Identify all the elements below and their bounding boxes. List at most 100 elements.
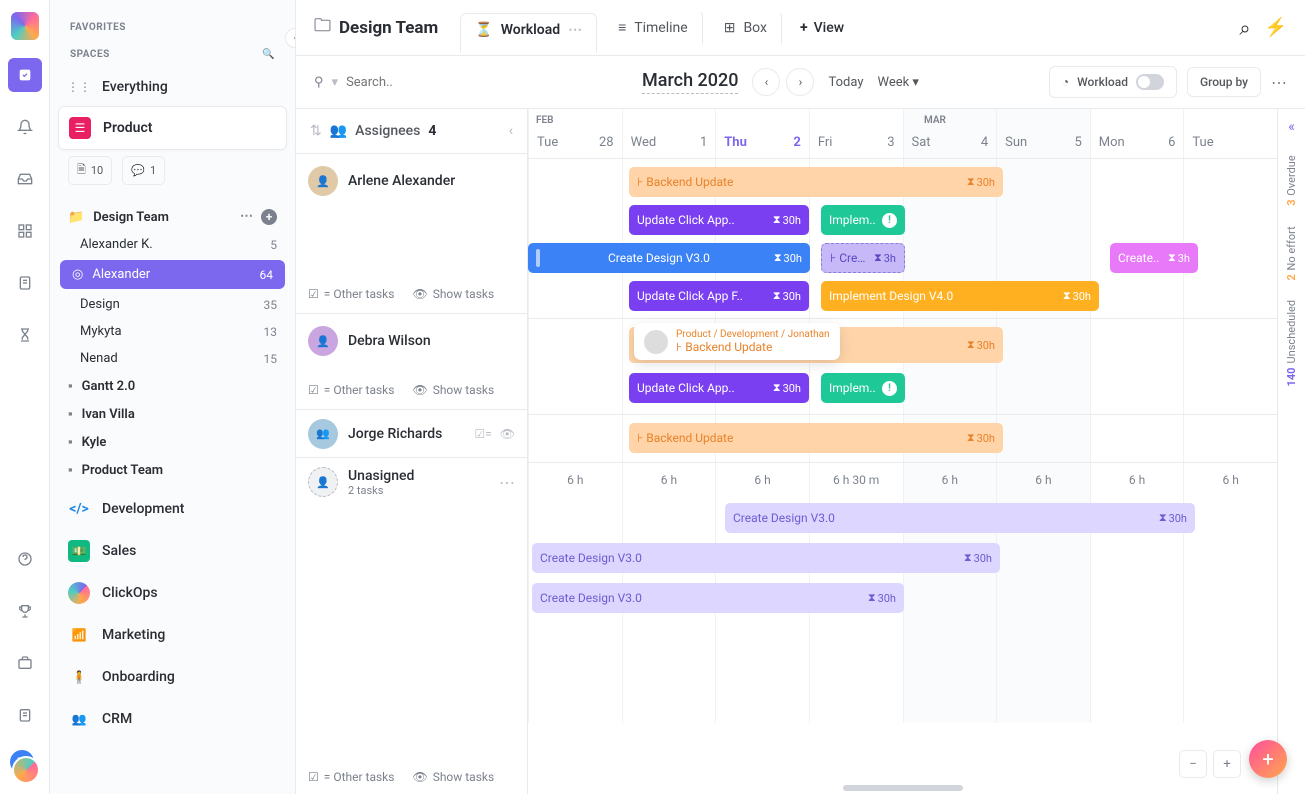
user-avatar[interactable]: M — [10, 750, 40, 780]
task-bar[interactable]: Create Design V3.0⧗30h — [528, 243, 810, 273]
tree-item-alexander[interactable]: ◎Alexander64 — [60, 260, 285, 289]
show-tasks-link[interactable]: 👁 Show tasks — [412, 770, 494, 784]
rail-work-button[interactable] — [8, 646, 42, 680]
show-tasks-link[interactable]: 👁 Show tasks — [412, 287, 494, 301]
show-tasks-link[interactable]: 👁 Show tasks — [412, 383, 494, 397]
assignees-header[interactable]: ⇅ 👥 Assignees 4 ‹ — [296, 109, 527, 154]
month-label[interactable]: March 2020 — [642, 70, 738, 94]
more-options-icon[interactable]: ⋯ — [1271, 73, 1287, 92]
sidebar-space-product[interactable]: ☰Product — [58, 106, 287, 150]
favorites-header[interactable]: FAVORITES — [50, 14, 295, 41]
space-development[interactable]: </>Development — [50, 488, 295, 530]
rail-notepad-button[interactable] — [8, 698, 42, 732]
other-tasks-link[interactable]: ☑ = Other tasks — [308, 770, 394, 784]
tree-item-nenad[interactable]: Nenad15 — [50, 345, 295, 372]
collapse-right-icon[interactable]: « — [1288, 119, 1295, 135]
today-button[interactable]: Today — [828, 75, 863, 90]
tree-gantt[interactable]: ▪Gantt 2.0 — [50, 372, 295, 400]
toolbar: ⚲▾ March 2020 ‹ › Today Week ▾ ◔Workload… — [296, 56, 1305, 109]
tree-ivan[interactable]: ▪Ivan Villa — [50, 400, 295, 428]
horizontal-scrollbar[interactable] — [843, 785, 963, 791]
task-bar[interactable]: Implement Design V4.0⧗30h — [821, 281, 1099, 311]
rail-notifications-button[interactable] — [8, 110, 42, 144]
tree-item-mykyta[interactable]: Mykyta13 — [50, 318, 295, 345]
gauge-icon: ◔ — [1062, 75, 1069, 89]
more-icon[interactable]: ⋯ — [499, 473, 515, 492]
lane-jorge: ⊦ Backend Update⧗30h — [528, 415, 1277, 463]
automation-icon[interactable]: ⚡ — [1265, 17, 1287, 38]
task-bar[interactable]: Create Design V3.0⧗30h — [532, 543, 1000, 573]
prev-button[interactable]: ‹ — [752, 68, 780, 96]
chip-chat[interactable]: 💬1 — [122, 156, 165, 185]
tasks-icon[interactable]: ☑= — [474, 427, 491, 441]
rail-docs-button[interactable] — [8, 266, 42, 300]
day-tue: Tue — [1183, 109, 1277, 158]
tree-product-team[interactable]: ▪Product Team — [50, 456, 295, 484]
chevron-left-icon[interactable]: ‹ — [509, 123, 513, 139]
task-bar[interactable]: Create Design V3.0⧗30h — [532, 583, 904, 613]
space-marketing[interactable]: 📶Marketing — [50, 614, 295, 656]
rr-unscheduled[interactable]: 140Unscheduled — [1285, 300, 1298, 386]
person-debra[interactable]: 👤Debra Wilson — [308, 326, 515, 356]
tab-timeline[interactable]: ≡Timeline — [603, 10, 703, 45]
rail-trophy-button[interactable] — [8, 594, 42, 628]
rail-help-button[interactable] — [8, 542, 42, 576]
workload-toggle[interactable]: ◔Workload — [1049, 66, 1177, 98]
task-bar[interactable]: Implem..! — [821, 205, 905, 235]
timeline-area[interactable]: FEB MAR Tue28 Wed1 Thu2 Fri3 Sat4 Sun5 M… — [528, 109, 1277, 794]
search-icon[interactable]: ⌕ — [1239, 16, 1250, 40]
person-arlene[interactable]: 👤Arlene Alexander — [308, 166, 515, 196]
space-sales[interactable]: 💵Sales — [50, 530, 295, 572]
add-view-button[interactable]: +View — [788, 12, 856, 44]
tree-kyle[interactable]: ▪Kyle — [50, 428, 295, 456]
next-button[interactable]: › — [786, 68, 814, 96]
other-tasks-link[interactable]: ☑ = Other tasks — [308, 383, 394, 397]
zoom-in-button[interactable]: + — [1213, 750, 1241, 778]
task-bar[interactable]: ⊦ Backend Update⧗30h — [629, 167, 1003, 197]
task-bar[interactable]: Create..⧗3h — [1110, 243, 1198, 273]
task-bar[interactable]: ⊦ Backend Update⧗30h — [629, 423, 1003, 453]
hours-cell: 6 h 30 m — [809, 463, 903, 497]
tree-item-design[interactable]: Design35 — [50, 291, 295, 318]
tab-box[interactable]: ⊞Box — [709, 11, 782, 45]
filter-search[interactable]: ⚲▾ — [314, 75, 512, 90]
tab-workload[interactable]: ⏳Workload⋯ — [460, 13, 597, 53]
rail-home-button[interactable] — [8, 58, 42, 92]
rr-overdue[interactable]: 3Overdue — [1285, 155, 1298, 206]
create-fab[interactable]: + — [1249, 740, 1287, 778]
rail-time-button[interactable] — [8, 318, 42, 352]
task-bar[interactable]: Implem..! — [821, 373, 905, 403]
page-title[interactable]: 🗀Design Team — [314, 13, 454, 42]
more-icon[interactable]: ⋯ — [240, 209, 253, 225]
other-tasks-link[interactable]: ☑ = Other tasks — [308, 287, 394, 301]
space-crm[interactable]: 👥CRM — [50, 698, 295, 740]
search-spaces-icon[interactable]: 🔍 — [262, 49, 275, 60]
groupby-button[interactable]: Group by — [1187, 67, 1261, 97]
person-unassigned[interactable]: 👤Unasigned2 tasks — [308, 467, 414, 497]
tree-design-team[interactable]: 📁Design Team ⋯+ — [50, 203, 295, 231]
task-bar[interactable]: Update Click App F..⧗30h — [629, 281, 809, 311]
spaces-header[interactable]: SPACES🔍 — [50, 41, 295, 68]
task-bar[interactable]: Update Click App..⧗30h — [629, 373, 809, 403]
day-wed-1: Wed1 — [622, 109, 716, 158]
sort-icon[interactable]: ⇅ — [310, 123, 322, 139]
task-bar[interactable]: ⊦ Crea..⧗3h — [821, 243, 905, 273]
rr-noeffort[interactable]: 2No effort — [1285, 226, 1298, 281]
task-bar[interactable]: Update Click App..⧗30h — [629, 205, 809, 235]
app-logo[interactable] — [11, 12, 39, 40]
space-onboarding[interactable]: 🧍Onboarding — [50, 656, 295, 698]
tree-item-alexander-k[interactable]: Alexander K.5 — [50, 231, 295, 258]
eye-icon[interactable]: 👁 — [500, 427, 515, 441]
person-jorge[interactable]: 👥Jorge Richards — [308, 419, 442, 449]
space-clickops[interactable]: ClickOps — [50, 572, 295, 614]
tab-more-icon[interactable]: ⋯ — [568, 22, 582, 38]
task-bar[interactable]: Create Design V3.0⧗30h — [725, 503, 1195, 533]
rail-inbox-button[interactable] — [8, 162, 42, 196]
rail-dashboards-button[interactable] — [8, 214, 42, 248]
search-input[interactable] — [346, 75, 512, 90]
range-selector[interactable]: Week ▾ — [877, 75, 918, 90]
zoom-out-button[interactable]: − — [1179, 750, 1207, 778]
add-icon[interactable]: + — [261, 209, 277, 225]
chip-docs[interactable]: 🗎10 — [68, 156, 112, 185]
sidebar-everything[interactable]: ⋮⋮Everything — [50, 68, 295, 106]
